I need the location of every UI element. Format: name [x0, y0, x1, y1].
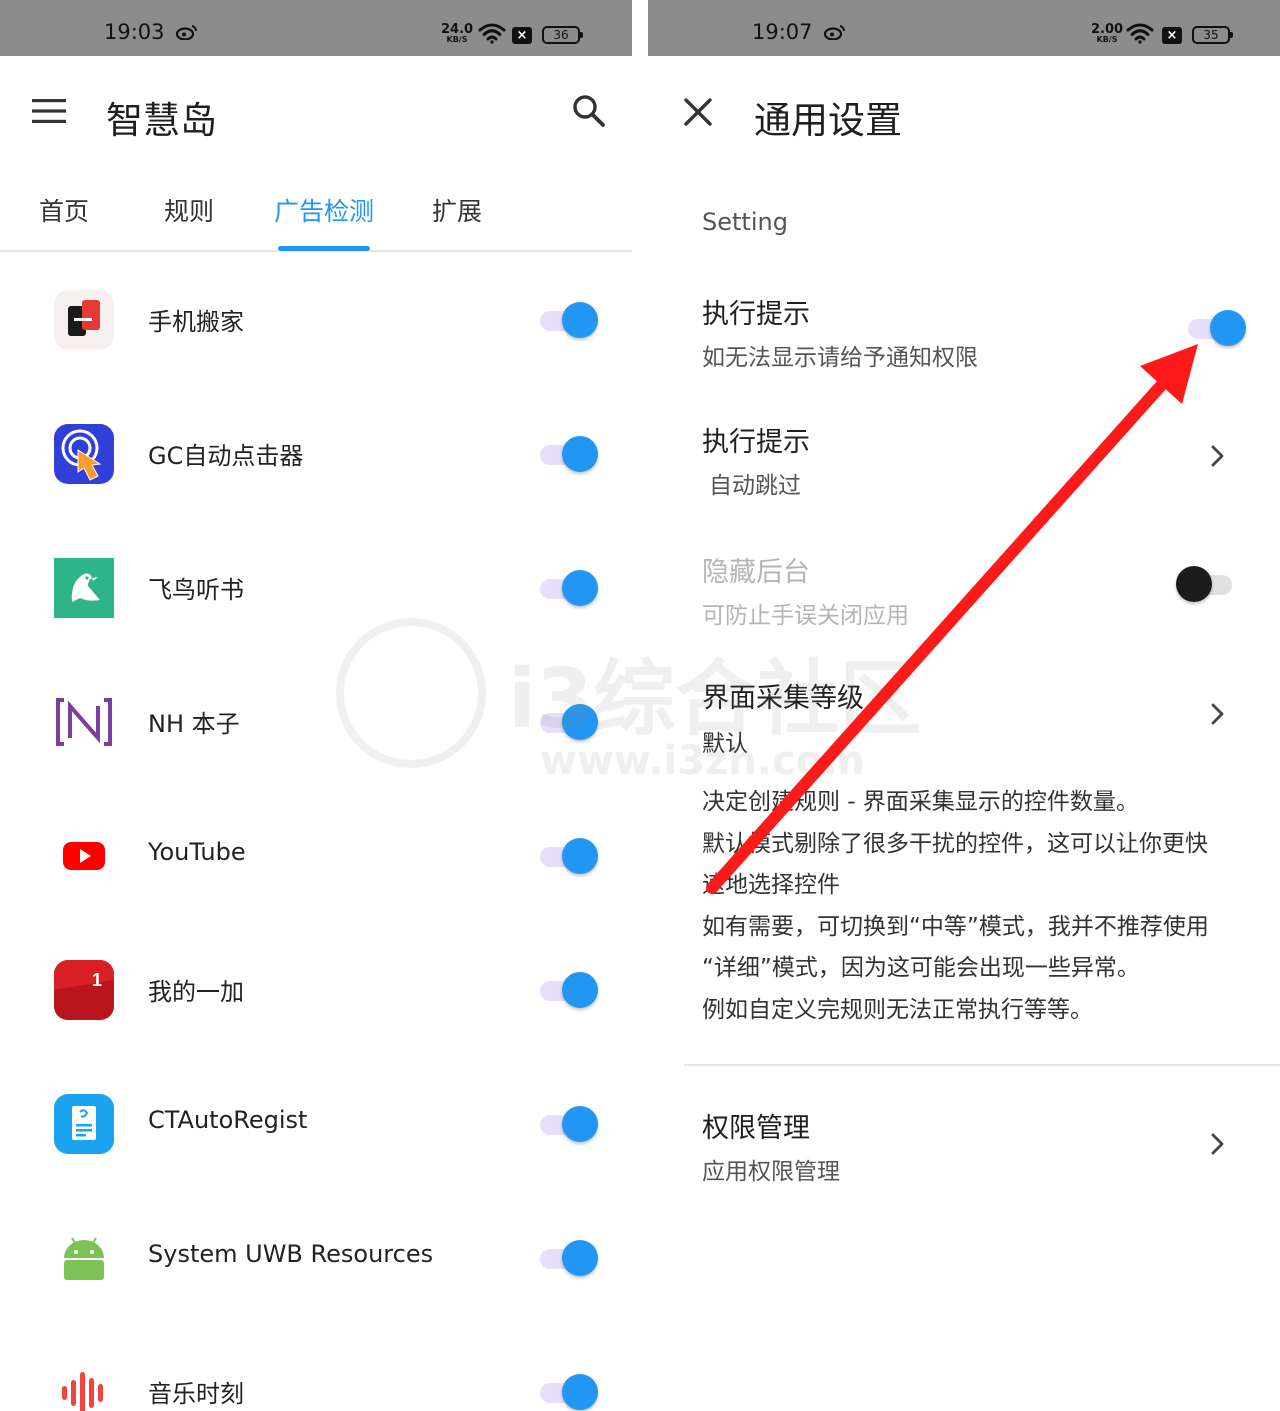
pref-subtitle: 自动跳过	[709, 473, 801, 499]
app-name: NH 本子	[148, 710, 240, 738]
section-header: Setting	[702, 208, 788, 236]
tab-home[interactable]: 首页	[39, 192, 89, 228]
no-sim-icon: ×	[1162, 27, 1182, 44]
youtube-icon	[54, 826, 114, 886]
app-toggle[interactable]	[538, 1372, 600, 1411]
app-name: 飞鸟听书	[148, 576, 244, 604]
app-row[interactable]: 1 我的一加	[0, 924, 632, 1058]
app-row[interactable]: CTAutoRegist	[0, 1058, 632, 1192]
app-row[interactable]: NH 本子	[0, 656, 632, 790]
app-toggle[interactable]	[538, 970, 600, 1010]
page-title: 通用设置	[754, 99, 902, 142]
wifi-icon	[478, 23, 506, 44]
app-toggle[interactable]	[538, 702, 600, 742]
chevron-right-icon	[1211, 703, 1224, 725]
screen-gap	[632, 0, 648, 1411]
chevron-right-icon	[1211, 445, 1224, 467]
pref-permissions[interactable]: 权限管理 应用权限管理	[648, 1088, 1280, 1206]
pref-title: 界面采集等级	[702, 683, 864, 714]
description-line: “详细”模式，因为这可能会出现一些异常。	[702, 955, 1140, 982]
app-toggle[interactable]	[538, 568, 600, 608]
auto-clicker-icon	[54, 424, 114, 484]
tab-ad-detection[interactable]: 广告检测	[274, 192, 374, 228]
description-line: 例如自定义完规则无法正常执行等等。	[702, 996, 1093, 1023]
app-toggle[interactable]	[538, 434, 600, 474]
tab-extensions[interactable]: 扩展	[432, 192, 482, 228]
app-row[interactable]: 手机搬家	[0, 254, 632, 388]
left-screen: 19:03 24.0 KB/S × 36 智慧岛 首页 规则 广告检测 扩展 手…	[0, 0, 632, 1411]
app-row[interactable]: 音乐时刻	[0, 1326, 632, 1411]
app-name: System UWB Resources	[148, 1240, 434, 1268]
weibo-icon	[824, 25, 845, 40]
description-line: 速地选择控件	[702, 872, 840, 899]
bird-audiobook-icon	[54, 558, 114, 618]
exec-notice-toggle[interactable]	[1186, 308, 1248, 348]
pref-title: 权限管理	[702, 1113, 810, 1144]
no-sim-icon: ×	[512, 27, 532, 44]
pref-hide-background[interactable]: 隐藏后台 可防止手误关闭应用	[648, 530, 1280, 648]
close-icon[interactable]	[684, 98, 712, 126]
tab-rules[interactable]: 规则	[164, 192, 214, 228]
app-name: CTAutoRegist	[148, 1106, 308, 1134]
pref-capture-level[interactable]: 界面采集等级 默认	[648, 660, 1280, 778]
app-row[interactable]: System UWB Resources	[0, 1192, 632, 1326]
status-bar: 19:07 2.00 KB/S × 35	[648, 0, 1280, 56]
app-name: GC自动点击器	[148, 442, 304, 470]
app-name: 手机搬家	[148, 308, 244, 336]
pref-title: 执行提示	[702, 299, 810, 330]
hide-background-toggle[interactable]	[1176, 564, 1238, 604]
tab-bar: 首页 规则 广告检测 扩展	[0, 180, 632, 252]
pref-subtitle: 可防止手误关闭应用	[702, 603, 909, 629]
app-name: 音乐时刻	[148, 1380, 244, 1408]
tab-indicator	[278, 246, 370, 251]
pref-subtitle: 默认	[702, 731, 748, 757]
app-toggle[interactable]	[538, 300, 600, 340]
app-name: YouTube	[148, 838, 246, 866]
app-toggle[interactable]	[538, 1238, 600, 1278]
capture-level-description: 决定创建规则 - 界面采集显示的控件数量。 默认模式剔除了很多干扰的控件，这可以…	[702, 782, 1262, 1032]
pref-title: 隐藏后台	[702, 557, 810, 588]
battery-icon: 36	[542, 26, 583, 44]
right-screen: 19:07 2.00 KB/S × 35 通用设置 Setting 执行提示 如…	[648, 0, 1280, 1411]
phone-clone-icon	[54, 290, 114, 350]
description-line: 决定创建规则 - 界面采集显示的控件数量。	[702, 789, 1139, 815]
description-line: 默认模式剔除了很多干扰的控件，这可以让你更快	[702, 830, 1208, 857]
pref-subtitle: 如无法显示请给予通知权限	[702, 345, 978, 371]
app-row[interactable]: YouTube	[0, 790, 632, 924]
wifi-icon	[1126, 23, 1154, 44]
status-bar: 19:03 24.0 KB/S × 36	[0, 0, 632, 56]
app-row[interactable]: GC自动点击器	[0, 388, 632, 522]
ctautoregist-icon	[54, 1094, 114, 1154]
app-toggle[interactable]	[538, 1104, 600, 1144]
status-time: 19:07	[752, 20, 813, 44]
status-time: 19:03	[104, 20, 165, 44]
network-speed: 2.00 KB/S	[1091, 22, 1124, 44]
pref-exec-notice[interactable]: 执行提示 如无法显示请给予通知权限	[648, 272, 1280, 390]
pref-exec-notice-skip[interactable]: 执行提示 自动跳过	[648, 400, 1280, 518]
weibo-icon	[176, 25, 197, 40]
battery-icon: 35	[1192, 26, 1233, 44]
music-moment-icon	[54, 1362, 114, 1411]
pref-title: 执行提示	[702, 427, 810, 458]
app-row[interactable]: 飞鸟听书	[0, 522, 632, 656]
search-icon[interactable]	[572, 94, 606, 128]
description-line: 如有需要，可切换到“中等”模式，我并不推荐使用	[702, 913, 1209, 940]
svg-text:1: 1	[92, 970, 102, 990]
oneplus-icon: 1	[54, 960, 114, 1020]
nh-icon	[54, 692, 114, 752]
android-icon	[54, 1228, 114, 1288]
menu-icon[interactable]	[32, 98, 66, 124]
app-name: 我的一加	[148, 978, 244, 1006]
chevron-right-icon	[1211, 1133, 1224, 1155]
page-title: 智慧岛	[106, 99, 217, 142]
divider	[684, 1064, 1280, 1066]
pref-subtitle: 应用权限管理	[702, 1159, 840, 1185]
network-speed: 24.0 KB/S	[441, 22, 474, 44]
app-toggle[interactable]	[538, 836, 600, 876]
